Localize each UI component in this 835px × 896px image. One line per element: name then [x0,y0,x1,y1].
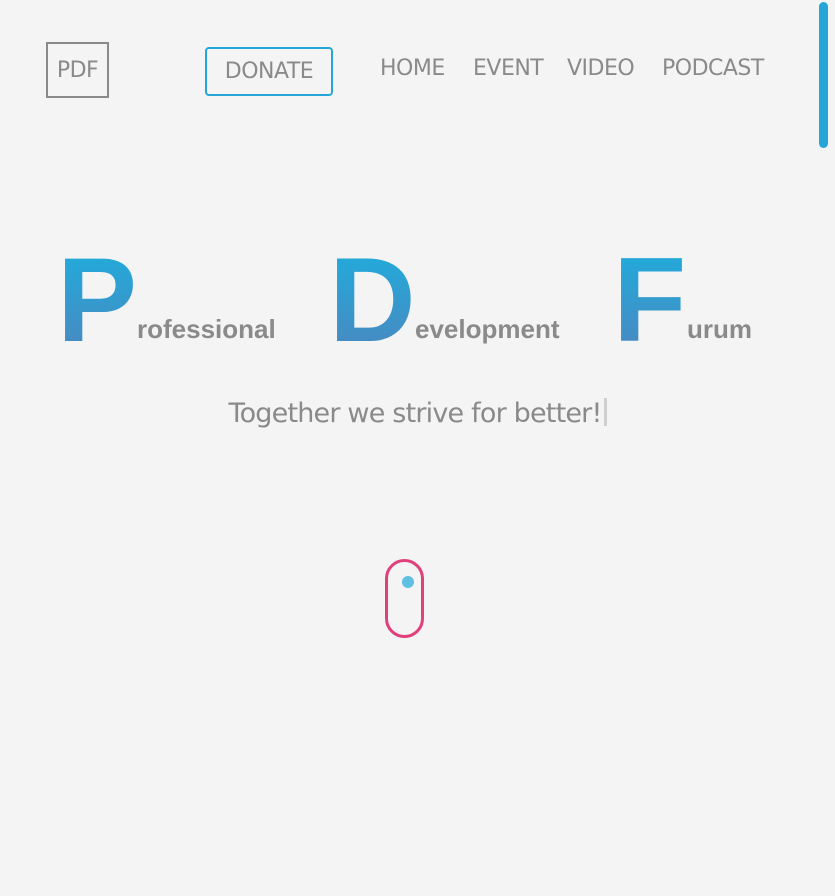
tagline-text: Together we strive for better! [228,398,602,429]
nav-item-event[interactable]: EVENT [473,56,544,81]
nav-item-podcast[interactable]: PODCAST [662,56,764,81]
hero-rest-forum: urum [687,314,752,344]
mouse-wheel-dot [402,576,414,588]
site-logo[interactable]: PDF [46,42,109,98]
hero-rest-development: evelopment [415,314,560,344]
hero-initial-d: D [329,233,416,367]
hero-tagline: Together we strive for better! [0,398,835,429]
scrollbar-thumb[interactable] [819,2,828,148]
donate-label: DONATE [224,59,314,84]
hero-initial-p: P [57,233,138,367]
logo-text: PDF [56,57,99,83]
donate-button[interactable]: DONATE [205,47,333,96]
typing-cursor [603,398,607,426]
hero-initial-f: F [613,233,687,367]
hero-rest-professional: rofessional [137,314,276,344]
page: PDF DONATE HOME EVENT VIDEO PODCAST P ro… [0,0,835,896]
mouse-scroll-icon[interactable] [385,559,424,638]
nav-item-home[interactable]: HOME [380,56,445,81]
nav-item-video[interactable]: VIDEO [567,56,635,81]
